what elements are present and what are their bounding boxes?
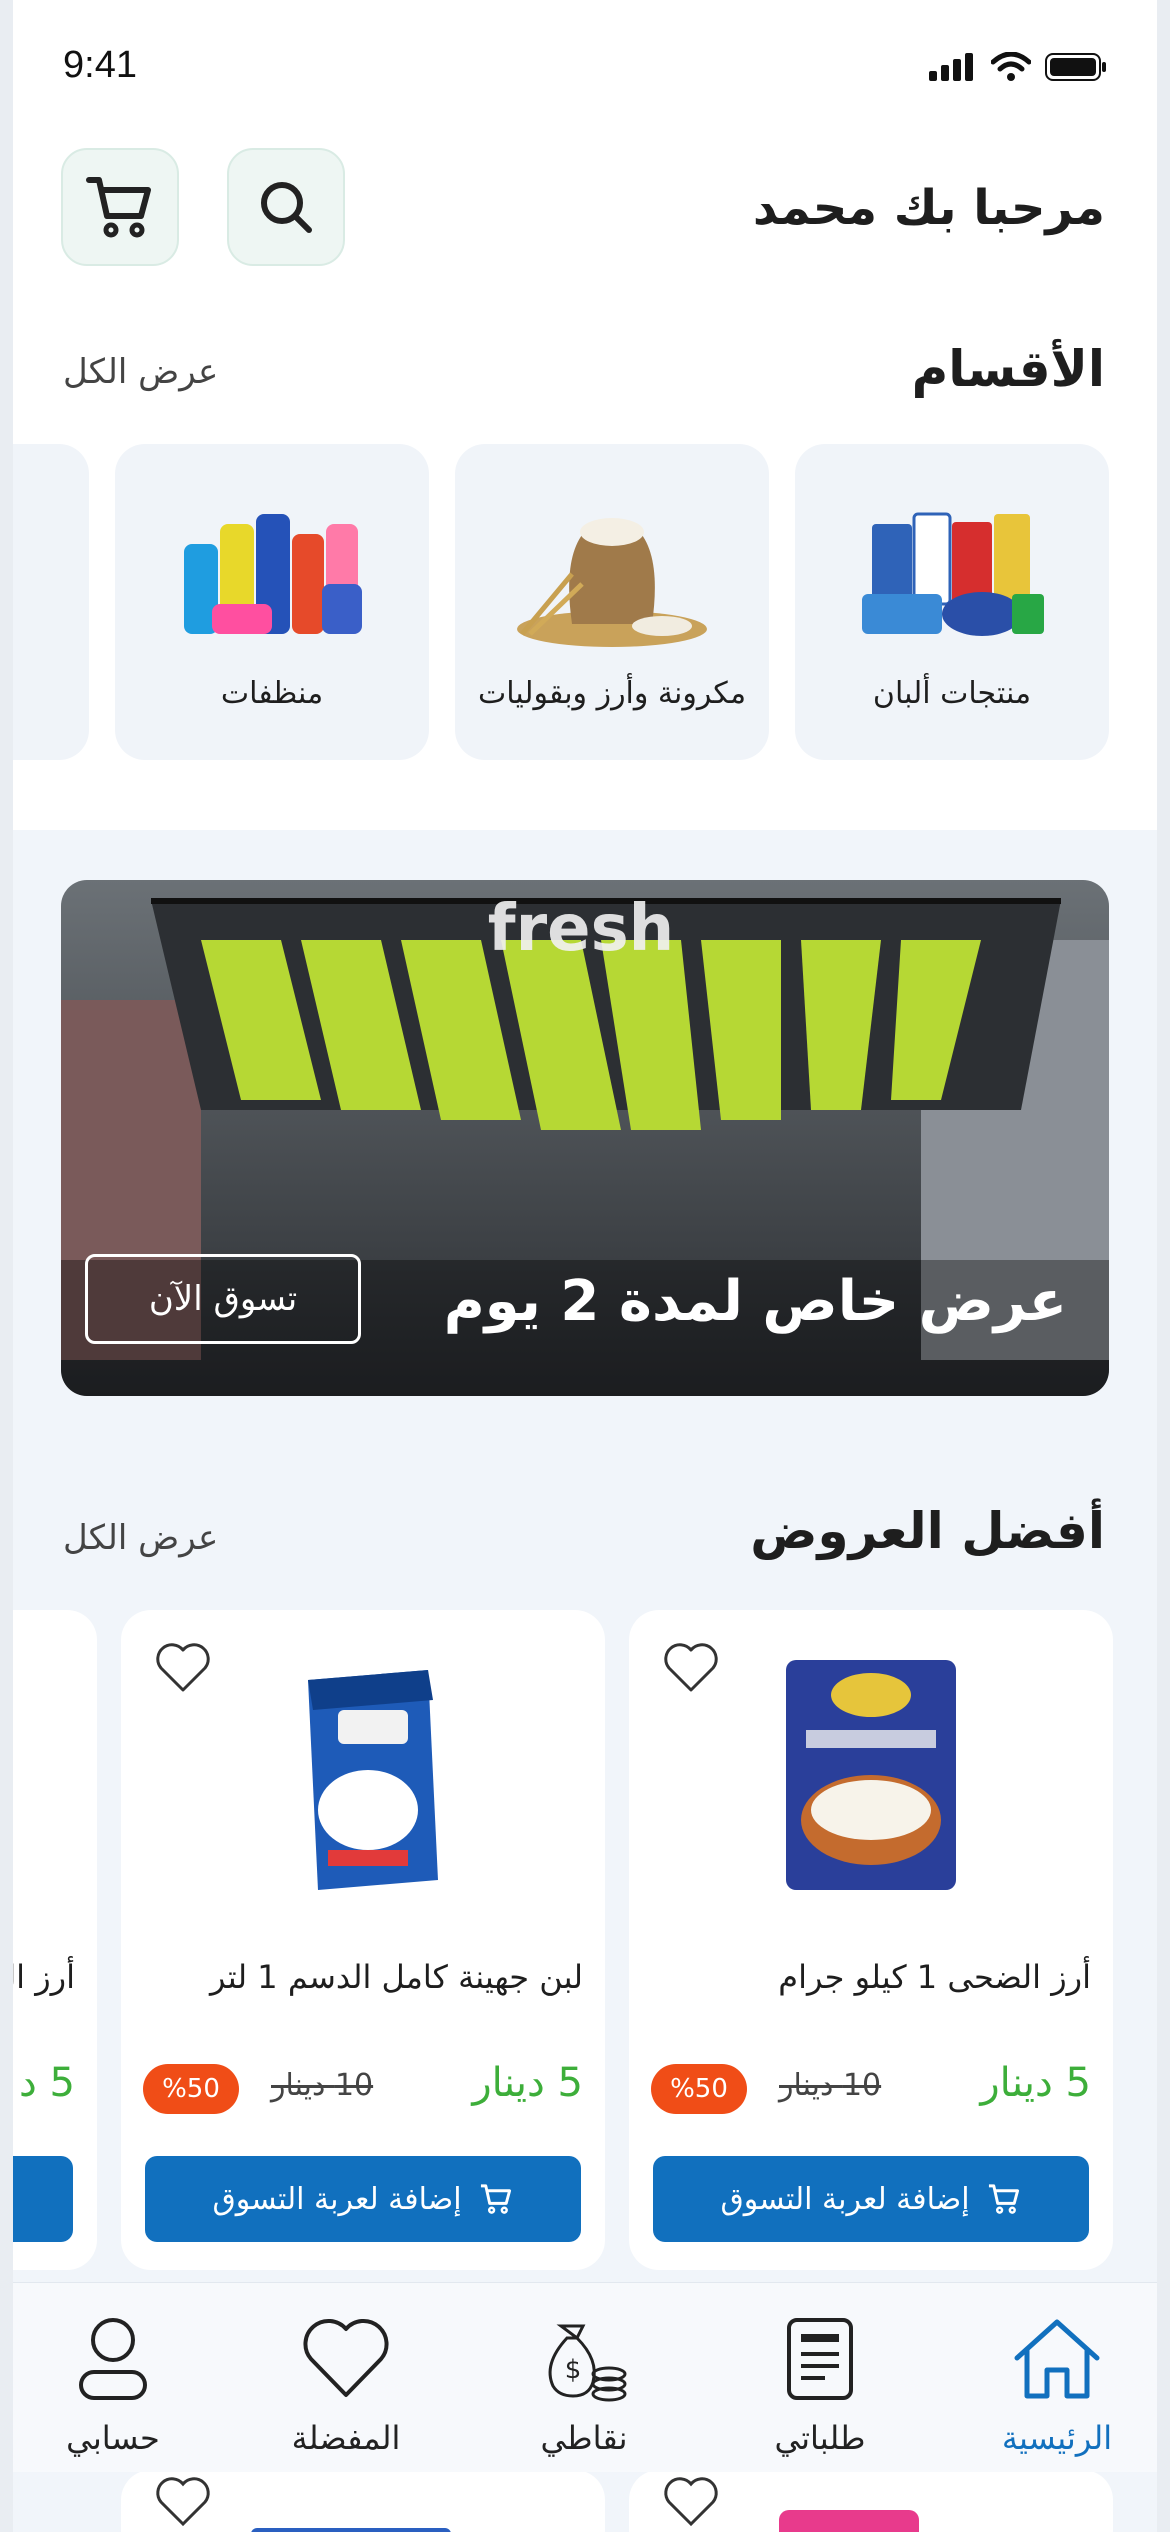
product-name: أرز الضحى 1 كيلو جرام	[778, 1958, 1091, 1996]
product-name: أرز ال	[13, 1958, 75, 1996]
category-label: منظفات	[220, 676, 324, 711]
points-icon: $	[548, 2324, 627, 2402]
favorite-heart-icon[interactable]	[663, 1642, 719, 1694]
cleaning-products-image	[184, 514, 362, 634]
discount-badge: %50	[651, 2064, 747, 2114]
category-card-cleaners[interactable]: منظفات	[115, 444, 429, 760]
search-icon	[261, 182, 312, 233]
tab-orders[interactable]: طلباتي	[720, 2309, 920, 2457]
status-bar: 9:41	[13, 0, 1157, 140]
tab-label: الرئيسية	[1001, 2419, 1113, 2457]
add-to-cart-label: إضافة لعربة التسوق	[720, 2181, 970, 2217]
cart-icon	[988, 2184, 1019, 2214]
category-card-dairy[interactable]: منتجات ألبان	[795, 444, 1109, 760]
product-card[interactable]: أرز الضحى 1 كيلو جرام 5 دينار 10 دينار %…	[629, 1610, 1113, 2270]
banner-title: عرض خاص لمدة 2 يوم	[443, 1269, 1067, 1334]
product-price: 5 د	[19, 2060, 75, 2106]
product-peek-image	[779, 2510, 919, 2532]
heart-icon	[303, 2318, 389, 2397]
tab-home[interactable]: الرئيسية	[957, 2309, 1157, 2457]
tab-favorites[interactable]: المفضلة	[246, 2309, 446, 2457]
category-label: مكرونة وأرز وبقوليات	[477, 676, 747, 711]
product-card[interactable]: لبن جهينة كامل الدسم 1 لتر 5 دينار 10 دي…	[121, 1610, 605, 2270]
status-time: 9:41	[63, 44, 137, 86]
battery-icon	[1045, 53, 1106, 81]
product-card-peek	[629, 2470, 1113, 2532]
discount-badge: %50	[143, 2064, 239, 2114]
product-peek-image	[251, 2528, 451, 2532]
add-to-cart-button[interactable]: إضافة لعربة التسوق	[653, 2156, 1089, 2242]
grain-sack-image	[517, 518, 707, 647]
product-card-partial[interactable]: أرز ال 5 د	[13, 1610, 97, 2270]
profile-icon	[79, 2318, 147, 2400]
tab-label: حسابي	[66, 2419, 160, 2457]
banner-sign-text: fresh	[488, 892, 674, 966]
product-price: 5 دينار	[472, 2060, 583, 2106]
product-old-price: 10 دينار	[271, 2068, 374, 2103]
search-button[interactable]	[227, 148, 345, 266]
add-to-cart-label: إضافة لعربة التسوق	[212, 2181, 462, 2217]
cart-icon	[480, 2184, 511, 2214]
greeting-text: مرحبا بك محمد	[752, 180, 1105, 236]
category-card-partial[interactable]	[13, 444, 89, 760]
product-card-peek	[121, 2470, 605, 2532]
favorite-heart-icon	[664, 2477, 718, 2527]
cart-icon	[86, 177, 151, 238]
categories-title: الأقسام	[911, 340, 1105, 398]
bottom-tab-bar: الرئيسية طلباتي $ نقاطي المفضلة حسابي	[13, 2282, 1157, 2472]
dairy-products-image	[862, 512, 1044, 636]
category-card-pasta-rice[interactable]: مكرونة وأرز وبقوليات	[455, 444, 769, 760]
add-to-cart-button[interactable]: إضافة لعربة التسوق	[145, 2156, 581, 2242]
product-old-price: 10 دينار	[779, 2068, 882, 2103]
tab-label: نقاطي	[540, 2419, 628, 2457]
orders-icon	[787, 2318, 853, 2400]
status-icons	[929, 52, 1107, 82]
offers-title: أفضل العروض	[750, 1502, 1105, 1560]
favorite-heart-icon	[156, 2477, 210, 2527]
cart-button[interactable]	[61, 148, 179, 266]
add-to-cart-button[interactable]	[13, 2156, 73, 2242]
promo-banner[interactable]: fresh عرض خاص لمدة 2 يوم تسوق الآن	[61, 880, 1109, 1396]
offers-see-all-link[interactable]: عرض الكل	[63, 1518, 218, 1558]
favorite-heart-icon[interactable]	[155, 1642, 211, 1694]
wifi-icon	[991, 52, 1031, 81]
tab-label: المفضلة	[291, 2419, 401, 2457]
categories-see-all-link[interactable]: عرض الكل	[63, 352, 218, 392]
tab-label: طلباتي	[774, 2419, 866, 2457]
svg-text:$: $	[565, 2355, 582, 2385]
tab-points[interactable]: $ نقاطي	[484, 2309, 684, 2457]
product-price: 5 دينار	[980, 2060, 1091, 2106]
home-icon	[1014, 2319, 1100, 2399]
category-label: منتجات ألبان	[872, 676, 1032, 711]
shop-now-button[interactable]: تسوق الآن	[85, 1254, 361, 1344]
milk-carton-image	[308, 1670, 438, 1890]
app-screen: 9:41 مرحبا بك محمد الأقسام عرض الكل منتج…	[13, 0, 1157, 2532]
rice-bag-image	[786, 1660, 956, 1890]
signal-icon	[929, 53, 973, 81]
tab-profile[interactable]: حسابي	[13, 2309, 213, 2457]
product-name: لبن جهينة كامل الدسم 1 لتر	[210, 1958, 583, 1996]
